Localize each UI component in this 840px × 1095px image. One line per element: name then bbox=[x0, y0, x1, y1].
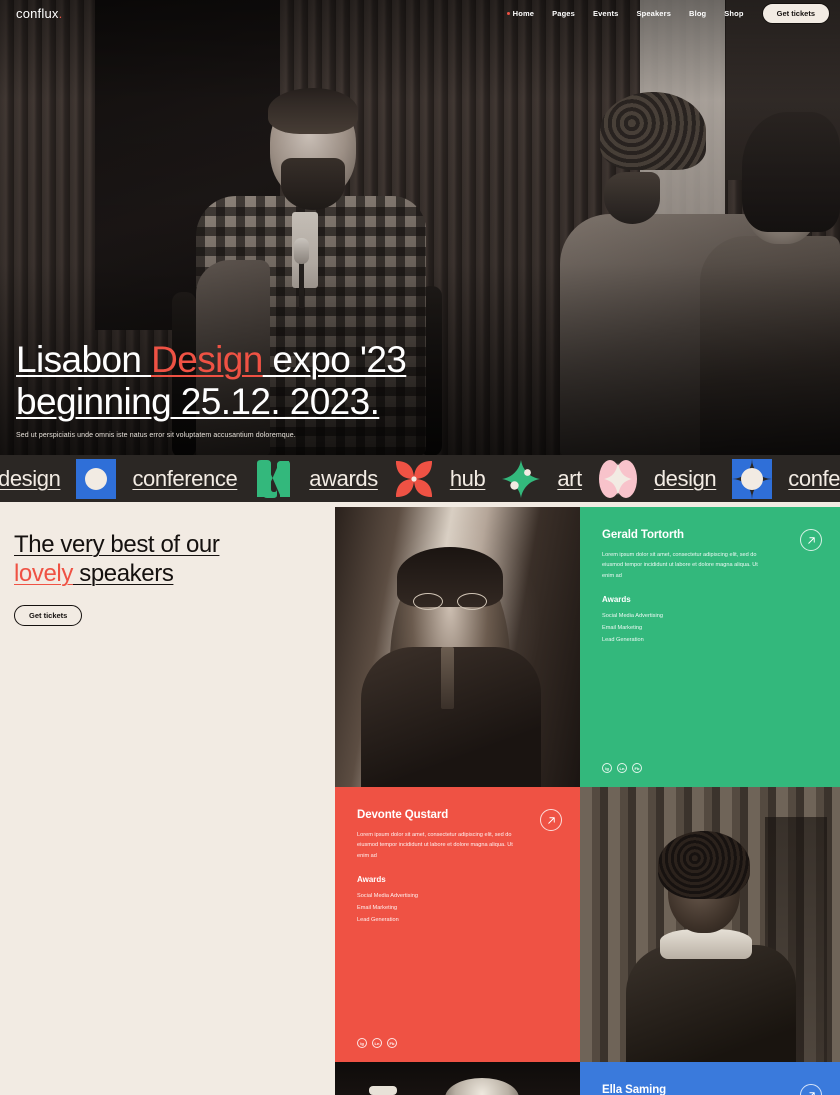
speakers-title-highlight: lovely bbox=[14, 560, 73, 588]
nav-item-events-label: Events bbox=[592, 9, 619, 18]
award-item: Social Media Advertising bbox=[602, 613, 663, 620]
speaker-card-green: Gerald Tortorth Lorem ipsum dolor sit am… bbox=[580, 507, 840, 787]
portrait3-flower bbox=[445, 1078, 519, 1095]
arrow-up-right-icon[interactable] bbox=[800, 529, 822, 551]
awards-heading: Awards bbox=[357, 875, 386, 885]
marquee-word-design-1[interactable]: design bbox=[0, 466, 70, 492]
facebook-icon[interactable]: Fb bbox=[632, 763, 642, 773]
speaker-portrait-image-2 bbox=[580, 787, 840, 1062]
speakers-section: The very best of our lovely speakers Get… bbox=[0, 502, 840, 1095]
instagram-icon[interactable]: Ig bbox=[602, 763, 612, 773]
portrait2-hair bbox=[658, 831, 750, 899]
brand-logo[interactable]: conflux. bbox=[16, 6, 62, 21]
marquee-word-hub[interactable]: hub bbox=[440, 466, 496, 492]
linkedin-icon[interactable]: Ln bbox=[372, 1038, 382, 1048]
flower-blue-icon bbox=[76, 458, 117, 499]
marquee-band: design conference awards hub art design … bbox=[0, 455, 840, 502]
double-oval-pink-icon bbox=[598, 459, 638, 499]
speaker-description: Lorem ipsum dolor sit amet, consectetur … bbox=[602, 552, 758, 579]
speakers-title: The very best of our lovely speakers bbox=[14, 530, 314, 589]
award-item: Lead Generation bbox=[602, 636, 644, 643]
facebook-icon[interactable]: Fb bbox=[387, 1038, 397, 1048]
nav-item-speakers[interactable]: Speakers bbox=[636, 9, 671, 18]
portrait3-light bbox=[369, 1086, 397, 1095]
portrait2-collar bbox=[660, 929, 752, 959]
hero-headline-part2: expo '23 bbox=[262, 339, 407, 381]
flower-blue-icon-2 bbox=[732, 458, 773, 499]
arrow-up-right-icon[interactable] bbox=[540, 809, 562, 831]
nav-item-speakers-label: Speakers bbox=[636, 9, 672, 18]
speaker-card-gerald[interactable]: Gerald Tortorth Lorem ipsum dolor sit am… bbox=[580, 507, 840, 787]
nav-item-events[interactable]: Events bbox=[593, 9, 619, 18]
nav-item-blog[interactable]: Blog bbox=[689, 9, 706, 18]
awards-heading: Awards bbox=[602, 595, 631, 605]
speaker-name: Ella Saming bbox=[602, 1084, 667, 1095]
speaker-name: Gerald Tortorth bbox=[602, 529, 684, 541]
nav-item-pages-label: Pages bbox=[552, 9, 575, 18]
speaker-photo-ella[interactable] bbox=[335, 1062, 580, 1095]
zigzag-green-icon bbox=[253, 459, 293, 499]
hero-headline-part1: Lisabon bbox=[16, 339, 152, 381]
marquee-word-awards[interactable]: awards bbox=[299, 466, 388, 492]
nav-item-shop-label: Shop bbox=[724, 9, 744, 18]
speaker-name: Devonte Qustard bbox=[357, 809, 449, 821]
nav-item-home[interactable]: Home bbox=[506, 9, 535, 18]
portrait2-torso bbox=[626, 945, 796, 1062]
hero-copy: Lisabon Design expo '23 beginning 25.12.… bbox=[16, 339, 696, 439]
social-links: Ig Ln Fb bbox=[357, 1038, 397, 1048]
marquee-word-conference-2[interactable]: conference bbox=[778, 466, 840, 492]
marquee-word-conference-1[interactable]: conference bbox=[122, 466, 247, 492]
linkedin-icon[interactable]: Ln bbox=[617, 763, 627, 773]
four-point-star-green-icon bbox=[501, 459, 541, 499]
award-item: Social Media Advertising bbox=[357, 893, 418, 900]
speaker-card-devonte[interactable]: Devonte Qustard Lorem ipsum dolor sit am… bbox=[335, 787, 580, 1062]
get-tickets-section-button[interactable]: Get tickets bbox=[14, 604, 83, 626]
instagram-icon[interactable]: Ig bbox=[357, 1038, 367, 1048]
speaker-card-blue: Ella Saming bbox=[580, 1062, 840, 1095]
hero-headline-line2: beginning 25.12. 2023. bbox=[16, 380, 380, 422]
speakers-title-part1: The very best of our bbox=[14, 531, 220, 558]
award-item: Email Marketing bbox=[357, 904, 398, 911]
top-navigation: conflux. Home Pages Events Speakers Blog… bbox=[0, 0, 840, 27]
glasses-icon bbox=[411, 593, 489, 611]
brand-logo-text: conflux bbox=[16, 6, 59, 21]
hero-subtitle: Sed ut perspiciatis unde omnis iste natu… bbox=[16, 432, 296, 439]
speakers-grid: Gerald Tortorth Lorem ipsum dolor sit am… bbox=[335, 507, 840, 1095]
hero-section: conflux. Home Pages Events Speakers Blog… bbox=[0, 0, 840, 455]
portrait1-tie bbox=[441, 647, 454, 709]
speaker-photo-gerald[interactable] bbox=[335, 507, 580, 787]
speaker-portrait-image-3 bbox=[335, 1062, 580, 1095]
marquee-track: design conference awards hub art design … bbox=[0, 458, 840, 499]
marquee-word-design-2[interactable]: design bbox=[644, 466, 726, 492]
hero-headline-highlight: Design bbox=[151, 339, 263, 381]
speaker-portrait-image-1 bbox=[335, 507, 580, 787]
nav-item-blog-label: Blog bbox=[689, 9, 707, 18]
speaker-card-ella[interactable]: Ella Saming bbox=[580, 1062, 840, 1095]
nav-links: Home Pages Events Speakers Blog Shop Get… bbox=[506, 3, 830, 24]
brand-logo-dot: . bbox=[58, 6, 63, 21]
marquee-word-art[interactable]: art bbox=[547, 466, 591, 492]
speakers-intro: The very best of our lovely speakers Get… bbox=[14, 530, 314, 626]
speaker-photo-devonte[interactable] bbox=[580, 787, 840, 1062]
nav-item-pages[interactable]: Pages bbox=[552, 9, 575, 18]
nav-item-home-label: Home bbox=[512, 9, 535, 18]
get-tickets-nav-button[interactable]: Get tickets bbox=[761, 3, 830, 24]
nav-item-shop[interactable]: Shop bbox=[724, 9, 743, 18]
award-item: Lead Generation bbox=[357, 916, 399, 923]
cross-flower-red-icon bbox=[394, 459, 434, 499]
hero-headline: Lisabon Design expo '23 beginning 25.12.… bbox=[16, 339, 696, 422]
active-dot-icon bbox=[506, 12, 510, 15]
speaker-card-red: Devonte Qustard Lorem ipsum dolor sit am… bbox=[335, 787, 580, 1062]
speakers-title-part2: speakers bbox=[72, 560, 174, 588]
speaker-description: Lorem ipsum dolor sit amet, consectetur … bbox=[357, 832, 513, 859]
award-item: Email Marketing bbox=[602, 624, 643, 631]
social-links: Ig Ln Fb bbox=[602, 763, 642, 773]
